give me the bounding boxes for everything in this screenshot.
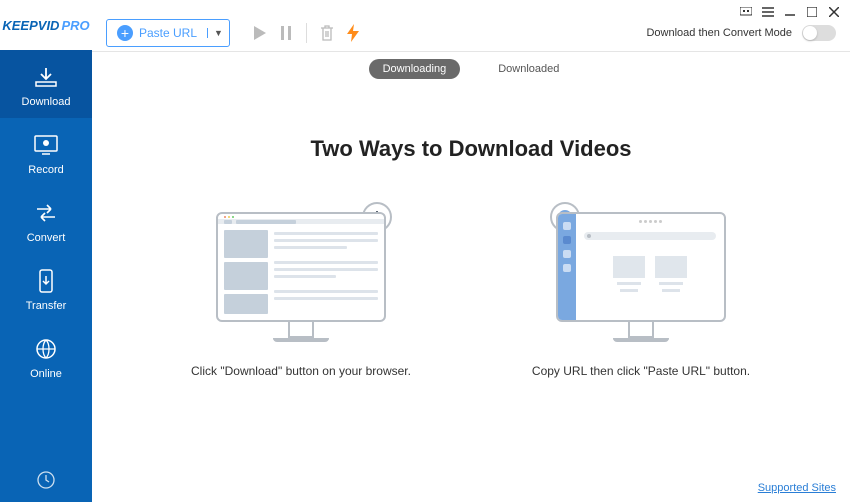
paste-url-button[interactable]: + Paste URL (107, 25, 207, 41)
convert-icon (31, 200, 61, 226)
content: Two Ways to Download Videos (92, 86, 850, 502)
method-paste: Copy URL then click "Paste URL" button. (531, 212, 751, 380)
sidebar-bottom (36, 458, 56, 502)
method-browser-caption: Click "Download" button on your browser. (191, 362, 411, 380)
transfer-icon (31, 268, 61, 294)
sidebar-item-download[interactable]: Download (0, 50, 92, 118)
paste-url-button-group: + Paste URL ▼ (106, 19, 230, 47)
sidebar-item-label: Download (22, 96, 71, 108)
main-area: + Paste URL ▼ Download then Convert Mode… (92, 0, 850, 502)
plus-icon: + (117, 25, 133, 41)
headline: Two Ways to Download Videos (310, 136, 631, 162)
logo-text-keepvid: KEEPVID (2, 18, 59, 33)
paste-url-dropdown[interactable]: ▼ (207, 28, 229, 38)
sidebar-item-record[interactable]: Record (0, 118, 92, 186)
sidebar: KEEPVID PRO Download Record Convert Tr (0, 0, 92, 502)
browser-illustration (216, 212, 386, 342)
clock-icon[interactable] (36, 470, 56, 490)
tab-downloaded[interactable]: Downloaded (484, 59, 573, 79)
method-paste-caption: Copy URL then click "Paste URL" button. (532, 362, 750, 380)
sidebar-item-label: Convert (27, 232, 66, 244)
divider (306, 23, 307, 43)
logo: KEEPVID PRO (0, 0, 92, 50)
toolbar: + Paste URL ▼ Download then Convert Mode (92, 14, 850, 52)
tabs: Downloading Downloaded (92, 52, 850, 86)
sidebar-item-label: Record (28, 164, 63, 176)
sidebar-item-convert[interactable]: Convert (0, 186, 92, 254)
toolbar-right: Download then Convert Mode (646, 25, 836, 41)
sidebar-item-online[interactable]: Online (0, 322, 92, 390)
app-root: KEEPVID PRO Download Record Convert Tr (0, 0, 850, 502)
method-browser: Click "Download" button on your browser. (191, 212, 411, 380)
bolt-icon[interactable] (343, 23, 363, 43)
logo-text-pro: PRO (61, 18, 89, 33)
sidebar-item-label: Online (30, 368, 62, 380)
tab-downloading[interactable]: Downloading (369, 59, 461, 79)
online-icon (31, 336, 61, 362)
sidebar-item-label: Transfer (26, 300, 67, 312)
pause-icon[interactable] (276, 23, 296, 43)
convert-mode-label: Download then Convert Mode (646, 27, 792, 39)
footer: Supported Sites (92, 474, 850, 502)
sidebar-item-transfer[interactable]: Transfer (0, 254, 92, 322)
trash-icon[interactable] (317, 23, 337, 43)
methods: Click "Download" button on your browser. (191, 212, 751, 380)
record-icon (31, 132, 61, 158)
convert-mode-toggle[interactable] (802, 25, 836, 41)
supported-sites-link[interactable]: Supported Sites (758, 482, 836, 494)
download-icon (31, 64, 61, 90)
play-icon[interactable] (250, 23, 270, 43)
titlebar (92, 0, 850, 14)
paste-url-label: Paste URL (139, 26, 197, 40)
app-illustration (556, 212, 726, 342)
